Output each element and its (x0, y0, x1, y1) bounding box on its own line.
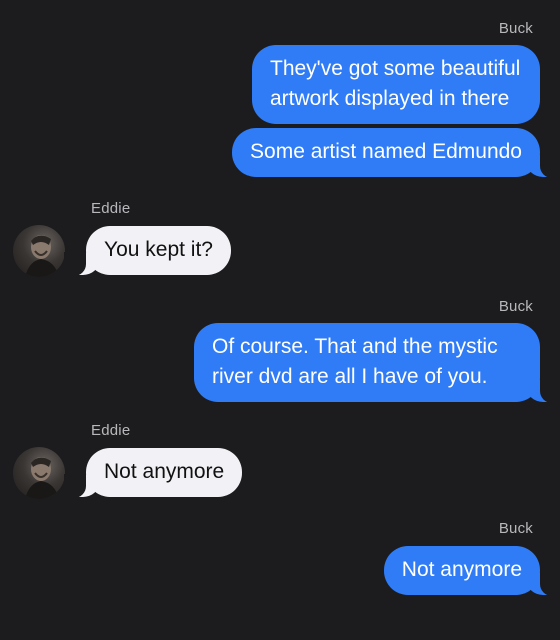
message-text: They've got some beautiful artwork displ… (270, 57, 521, 110)
sender-label-buck: Buck (498, 298, 533, 315)
message-text: You kept it? (104, 238, 213, 261)
message-bubble-outgoing[interactable]: Not anymore (383, 546, 560, 596)
message-text: Some artist named Edmundo (250, 140, 522, 163)
message-bubble-outgoing[interactable]: Of course. That and the mystic river dvd… (194, 323, 560, 403)
message-bubble-outgoing[interactable]: They've got some beautiful artwork displ… (252, 45, 540, 124)
eddie-avatar-icon (25, 235, 59, 277)
message-text: Not anymore (104, 460, 225, 483)
sender-label-buck: Buck (498, 520, 533, 537)
message-text: Of course. That and the mystic river dvd… (212, 335, 498, 388)
message-bubble-incoming[interactable]: Not anymore (63, 448, 243, 498)
eddie-avatar-icon[interactable] (13, 447, 65, 499)
sender-label-buck: Buck (498, 20, 533, 37)
eddie-avatar-icon (25, 457, 59, 499)
eddie-avatar-icon[interactable] (13, 225, 65, 277)
message-text: Not anymore (401, 558, 522, 581)
message-bubble-incoming[interactable]: You kept it? (64, 226, 231, 276)
sender-label-eddie: Eddie (91, 422, 131, 439)
message-bubble-outgoing[interactable]: Some artist named Edmundo (232, 128, 560, 178)
sender-label-eddie: Eddie (91, 200, 131, 217)
